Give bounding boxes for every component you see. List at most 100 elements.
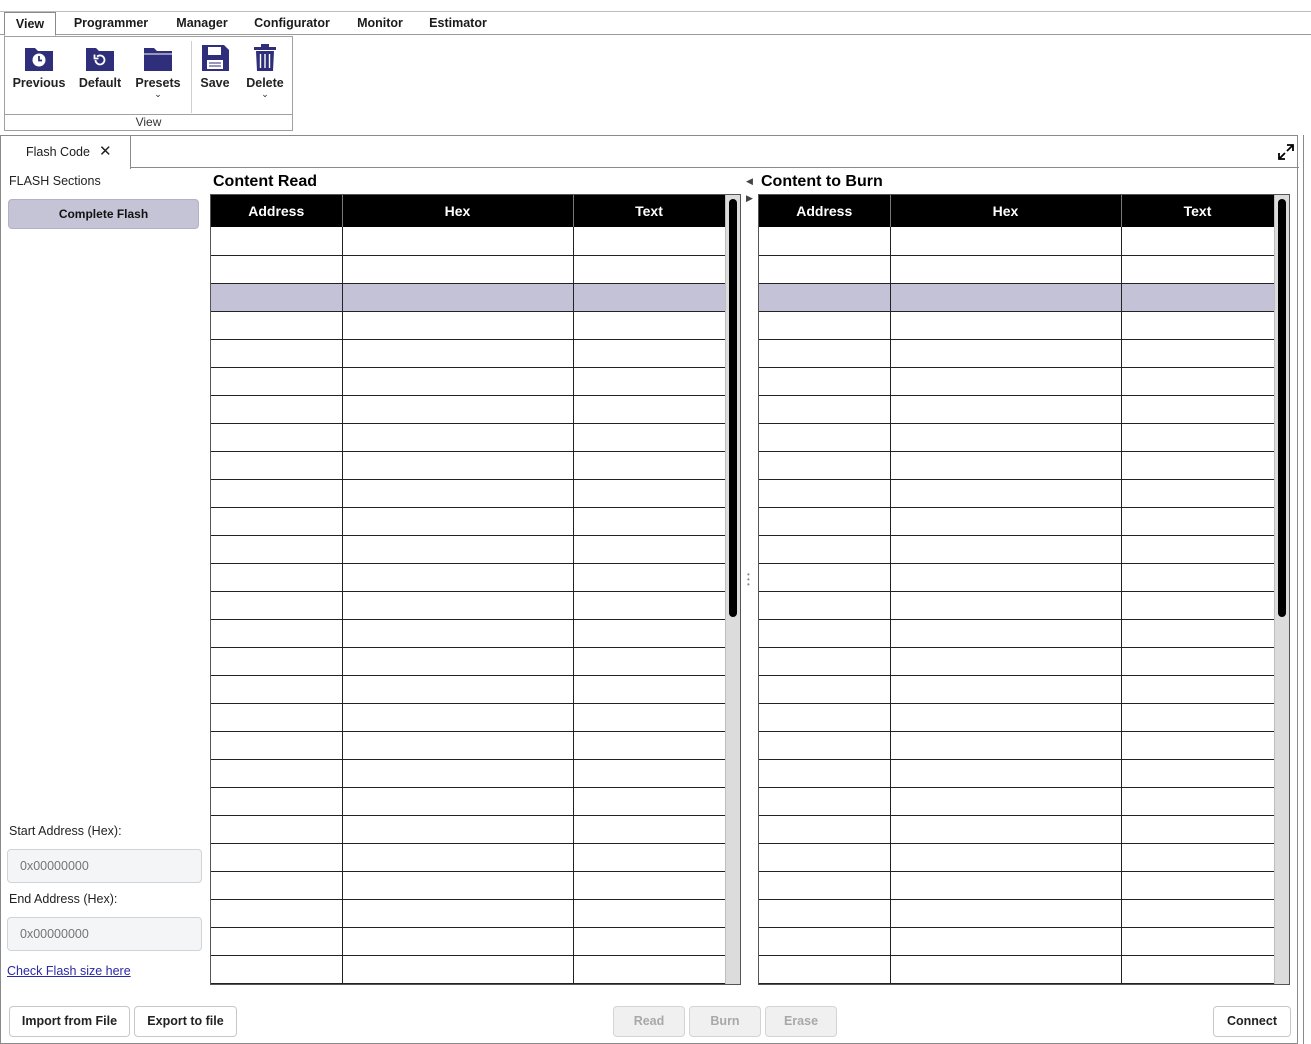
cell-address[interactable]: [759, 647, 891, 676]
close-icon[interactable]: ✕: [99, 144, 112, 160]
table-row[interactable]: [759, 591, 1275, 620]
cell-hex[interactable]: [890, 899, 1122, 928]
menu-tab-monitor[interactable]: Monitor: [350, 12, 410, 35]
cell-hex[interactable]: [342, 815, 574, 844]
column-header-text[interactable]: Text: [573, 195, 726, 227]
table-row[interactable]: [211, 423, 726, 452]
cell-text[interactable]: [1121, 255, 1275, 284]
cell-text[interactable]: [573, 535, 726, 564]
cell-address[interactable]: [211, 479, 343, 508]
cell-address[interactable]: [211, 283, 343, 312]
cell-text[interactable]: [573, 927, 726, 956]
cell-hex[interactable]: [890, 927, 1122, 956]
table-row[interactable]: [759, 955, 1275, 984]
cell-address[interactable]: [211, 731, 343, 760]
menu-tab-configurator[interactable]: Configurator: [248, 12, 336, 35]
cell-text[interactable]: [573, 731, 726, 760]
cell-text[interactable]: [1121, 703, 1275, 732]
cell-text[interactable]: [573, 255, 726, 284]
table-row[interactable]: [759, 899, 1275, 928]
table-row[interactable]: [759, 731, 1275, 760]
cell-text[interactable]: [573, 703, 726, 732]
cell-address[interactable]: [759, 311, 891, 340]
cell-address[interactable]: [759, 759, 891, 788]
content-to-burn-table[interactable]: Address Hex Text: [758, 194, 1290, 985]
cell-hex[interactable]: [890, 367, 1122, 396]
cell-text[interactable]: [573, 591, 726, 620]
connect-button[interactable]: Connect: [1213, 1006, 1291, 1037]
cell-hex[interactable]: [890, 759, 1122, 788]
column-header-address[interactable]: Address: [759, 195, 891, 227]
table-row[interactable]: [211, 311, 726, 340]
cell-text[interactable]: [573, 899, 726, 928]
cell-hex[interactable]: [342, 955, 574, 984]
cell-address[interactable]: [759, 283, 891, 312]
cell-address[interactable]: [211, 787, 343, 816]
vertical-scrollbar[interactable]: [1274, 195, 1289, 984]
cell-address[interactable]: [211, 507, 343, 536]
cell-text[interactable]: [1121, 619, 1275, 648]
cell-text[interactable]: [1121, 927, 1275, 956]
table-row[interactable]: [759, 255, 1275, 284]
table-row[interactable]: [211, 339, 726, 368]
cell-address[interactable]: [759, 899, 891, 928]
table-row[interactable]: [759, 675, 1275, 704]
cell-text[interactable]: [573, 339, 726, 368]
table-row[interactable]: [211, 367, 726, 396]
cell-address[interactable]: [759, 563, 891, 592]
cell-text[interactable]: [1121, 955, 1275, 984]
cell-text[interactable]: [573, 563, 726, 592]
table-row[interactable]: [211, 227, 726, 256]
cell-address[interactable]: [759, 591, 891, 620]
cell-hex[interactable]: [890, 423, 1122, 452]
menu-tab-programmer[interactable]: Programmer: [64, 12, 158, 35]
column-header-hex[interactable]: Hex: [342, 195, 574, 227]
cell-hex[interactable]: [342, 703, 574, 732]
cell-address[interactable]: [759, 451, 891, 480]
cell-hex[interactable]: [342, 339, 574, 368]
cell-address[interactable]: [759, 927, 891, 956]
table-row[interactable]: [211, 647, 726, 676]
cell-text[interactable]: [1121, 759, 1275, 788]
table-row[interactable]: [759, 479, 1275, 508]
table-row[interactable]: [759, 927, 1275, 956]
table-row[interactable]: [759, 619, 1275, 648]
cell-text[interactable]: [573, 507, 726, 536]
scrollbar-thumb[interactable]: [1278, 199, 1286, 617]
import-from-file-button[interactable]: Import from File: [9, 1006, 130, 1037]
read-button[interactable]: Read: [613, 1006, 685, 1037]
cell-hex[interactable]: [342, 283, 574, 312]
cell-hex[interactable]: [342, 535, 574, 564]
cell-text[interactable]: [1121, 591, 1275, 620]
table-row[interactable]: [211, 255, 726, 284]
cell-address[interactable]: [759, 731, 891, 760]
cell-hex[interactable]: [342, 227, 574, 256]
cell-text[interactable]: [573, 759, 726, 788]
cell-hex[interactable]: [342, 423, 574, 452]
cell-address[interactable]: [759, 507, 891, 536]
cell-hex[interactable]: [342, 759, 574, 788]
column-header-address[interactable]: Address: [211, 195, 343, 227]
table-row[interactable]: [759, 311, 1275, 340]
cell-hex[interactable]: [342, 787, 574, 816]
cell-hex[interactable]: [890, 339, 1122, 368]
cell-hex[interactable]: [890, 871, 1122, 900]
cell-text[interactable]: [1121, 563, 1275, 592]
cell-text[interactable]: [1121, 227, 1275, 256]
menu-tab-estimator[interactable]: Estimator: [422, 12, 494, 35]
cell-text[interactable]: [573, 871, 726, 900]
cell-address[interactable]: [211, 535, 343, 564]
table-row[interactable]: [211, 843, 726, 872]
cell-address[interactable]: [759, 227, 891, 256]
table-row[interactable]: [759, 843, 1275, 872]
check-flash-size-link[interactable]: Check Flash size here: [7, 964, 131, 978]
cell-text[interactable]: [573, 367, 726, 396]
cell-text[interactable]: [1121, 731, 1275, 760]
cell-text[interactable]: [1121, 675, 1275, 704]
cell-hex[interactable]: [890, 227, 1122, 256]
cell-address[interactable]: [211, 871, 343, 900]
cell-hex[interactable]: [890, 731, 1122, 760]
cell-address[interactable]: [759, 339, 891, 368]
cell-address[interactable]: [759, 367, 891, 396]
table-row[interactable]: [759, 871, 1275, 900]
